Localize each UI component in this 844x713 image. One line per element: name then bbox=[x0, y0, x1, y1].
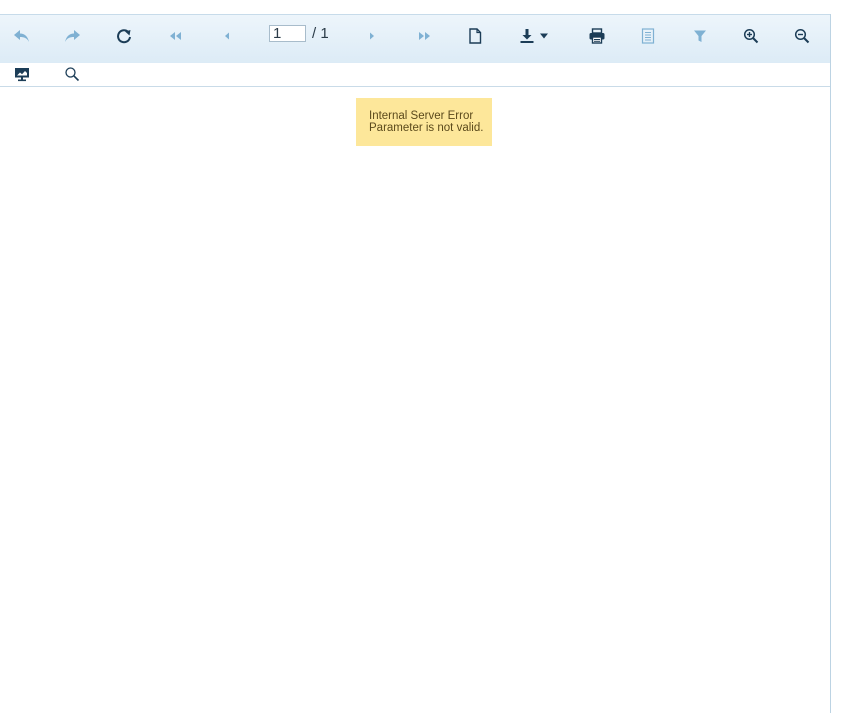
search-button[interactable] bbox=[60, 64, 84, 84]
redo-button[interactable] bbox=[57, 24, 87, 48]
error-detail: Parameter is not valid. bbox=[369, 122, 484, 134]
page-layout-icon bbox=[641, 28, 655, 44]
previous-page-button[interactable] bbox=[212, 24, 242, 48]
zoom-out-icon bbox=[794, 28, 810, 44]
caret-down-icon bbox=[540, 33, 548, 39]
document-icon bbox=[469, 28, 482, 44]
double-chevron-left-icon bbox=[170, 32, 181, 40]
monitor-icon bbox=[15, 67, 29, 81]
page-number-input[interactable] bbox=[269, 25, 306, 42]
page-setup-button[interactable] bbox=[460, 24, 490, 48]
chevron-right-icon bbox=[370, 32, 374, 40]
error-title: Internal Server Error bbox=[369, 110, 474, 122]
print-button[interactable] bbox=[582, 24, 612, 48]
printer-icon bbox=[589, 28, 605, 44]
undo-arrow-icon bbox=[14, 30, 29, 42]
chevron-left-icon bbox=[225, 32, 229, 40]
undo-button[interactable] bbox=[7, 24, 37, 48]
main-toolbar: / 1 bbox=[0, 14, 830, 64]
print-layout-button[interactable] bbox=[633, 24, 663, 48]
download-icon bbox=[520, 29, 534, 43]
zoom-in-button[interactable] bbox=[736, 24, 766, 48]
refresh-icon bbox=[117, 29, 131, 44]
page-total-label: / 1 bbox=[312, 25, 329, 42]
double-chevron-right-icon bbox=[419, 32, 430, 40]
refresh-button[interactable] bbox=[109, 24, 139, 48]
filter-icon bbox=[694, 30, 706, 42]
secondary-toolbar bbox=[0, 63, 830, 87]
parameters-button[interactable] bbox=[685, 24, 715, 48]
export-button[interactable] bbox=[514, 24, 554, 48]
first-page-button[interactable] bbox=[161, 24, 191, 48]
next-page-button[interactable] bbox=[357, 24, 387, 48]
view-mode-button[interactable] bbox=[10, 64, 34, 84]
zoom-in-icon bbox=[743, 28, 759, 44]
redo-arrow-icon bbox=[65, 30, 80, 42]
last-page-button[interactable] bbox=[409, 24, 439, 48]
zoom-out-button[interactable] bbox=[787, 24, 817, 48]
report-viewer: / 1 bbox=[0, 14, 831, 713]
error-message-box: Internal Server Error Parameter is not v… bbox=[356, 98, 492, 146]
search-icon bbox=[65, 67, 80, 82]
